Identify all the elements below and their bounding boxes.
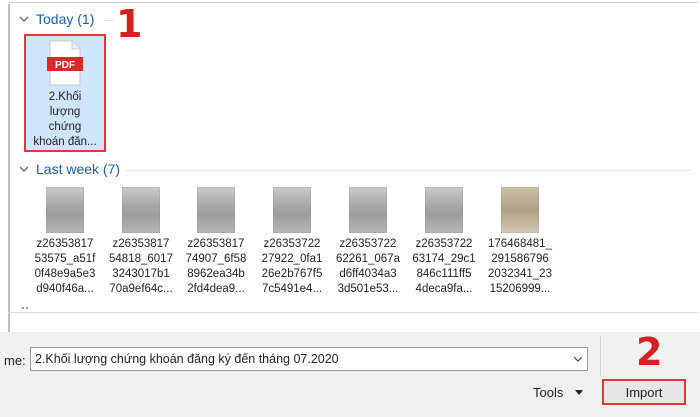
tools-menu[interactable]: Tools [533,385,584,400]
group-label-last-week: Last week (7) [36,161,121,177]
pdf-file-icon: PDF [47,40,83,86]
image-thumbnail [197,187,235,233]
file-tile[interactable]: z26353722 27922_0fa1 26e2b767f5 7c5491e4… [253,187,331,297]
file-tile[interactable]: z26353817 54818_6017 3243017b1 70a9ef64c… [102,187,180,297]
group-header-today[interactable]: Today (1) [18,11,94,27]
group-label-today: Today (1) [36,11,95,27]
file-tile[interactable]: z26353817 53575_a51f 0f48e9a5e3 d940f46a… [26,187,104,297]
window-top-edge [8,2,698,3]
image-thumbnail [501,187,539,233]
image-thumbnail [46,187,84,233]
file-name: z26353722 27922_0fa1 26e2b767f5 7c5491e4… [261,238,323,295]
tools-label: Tools [533,385,564,400]
group-header-last-week[interactable]: Last week (7) [18,161,120,177]
file-name: z26353817 74907_6f58 8962ea34b 2fd4dea9.… [185,238,247,295]
pdf-badge-text: PDF [55,60,75,71]
file-name: z26353817 53575_a51f 0f48e9a5e3 d940f46a… [34,238,96,295]
image-thumbnail [122,187,160,233]
file-tile[interactable]: z26353722 63174_29c1 846c111ff5 4deca9fa… [405,187,483,297]
import-button[interactable]: Import [602,379,686,405]
chevron-down-icon[interactable] [573,354,583,364]
dropdown-arrow-icon [575,390,584,395]
file-tile[interactable]: z26353817 74907_6f58 8962ea34b 2fd4dea9.… [177,187,255,297]
dialog-footer [0,332,700,417]
file-name: z26353722 62261_067a d6ff4034a3 3d501e53… [336,238,400,295]
image-thumbnail [273,187,311,233]
image-thumbnail [425,187,463,233]
file-tile[interactable]: z26353722 62261_067a d6ff4034a3 3d501e53… [329,187,407,297]
image-thumbnail [349,187,387,233]
file-name: 2.Khối lượng chứng khoán đăn... [33,91,97,148]
footer-divider [8,312,698,313]
file-name: 176468481_ 291586796 2032341_23 15206999… [488,238,552,295]
chevron-down-icon [19,166,29,172]
file-name: z26353817 54818_6017 3243017b1 70a9ef64c… [109,238,173,295]
filename-label: me: [4,353,26,368]
step-number-1: 1 [116,2,143,46]
step-number-2: 2 [636,330,663,374]
file-tile-pdf[interactable]: PDF 2.Khối lượng chứng khoán đăn... [26,40,104,150]
scroll-indicator [22,307,30,309]
filename-value: 2.Khối lượng chứng khoán đăng ký đến thá… [35,352,339,366]
filename-input[interactable]: 2.Khối lượng chứng khoán đăng ký đến thá… [30,347,588,371]
chevron-down-icon [19,16,29,22]
footer-vertical-divider [600,336,601,376]
file-name: z26353722 63174_29c1 846c111ff5 4deca9fa… [412,238,476,295]
group-divider [104,20,114,21]
file-tile[interactable]: 176468481_ 291586796 2032341_23 15206999… [481,187,559,297]
group-divider [126,170,691,171]
